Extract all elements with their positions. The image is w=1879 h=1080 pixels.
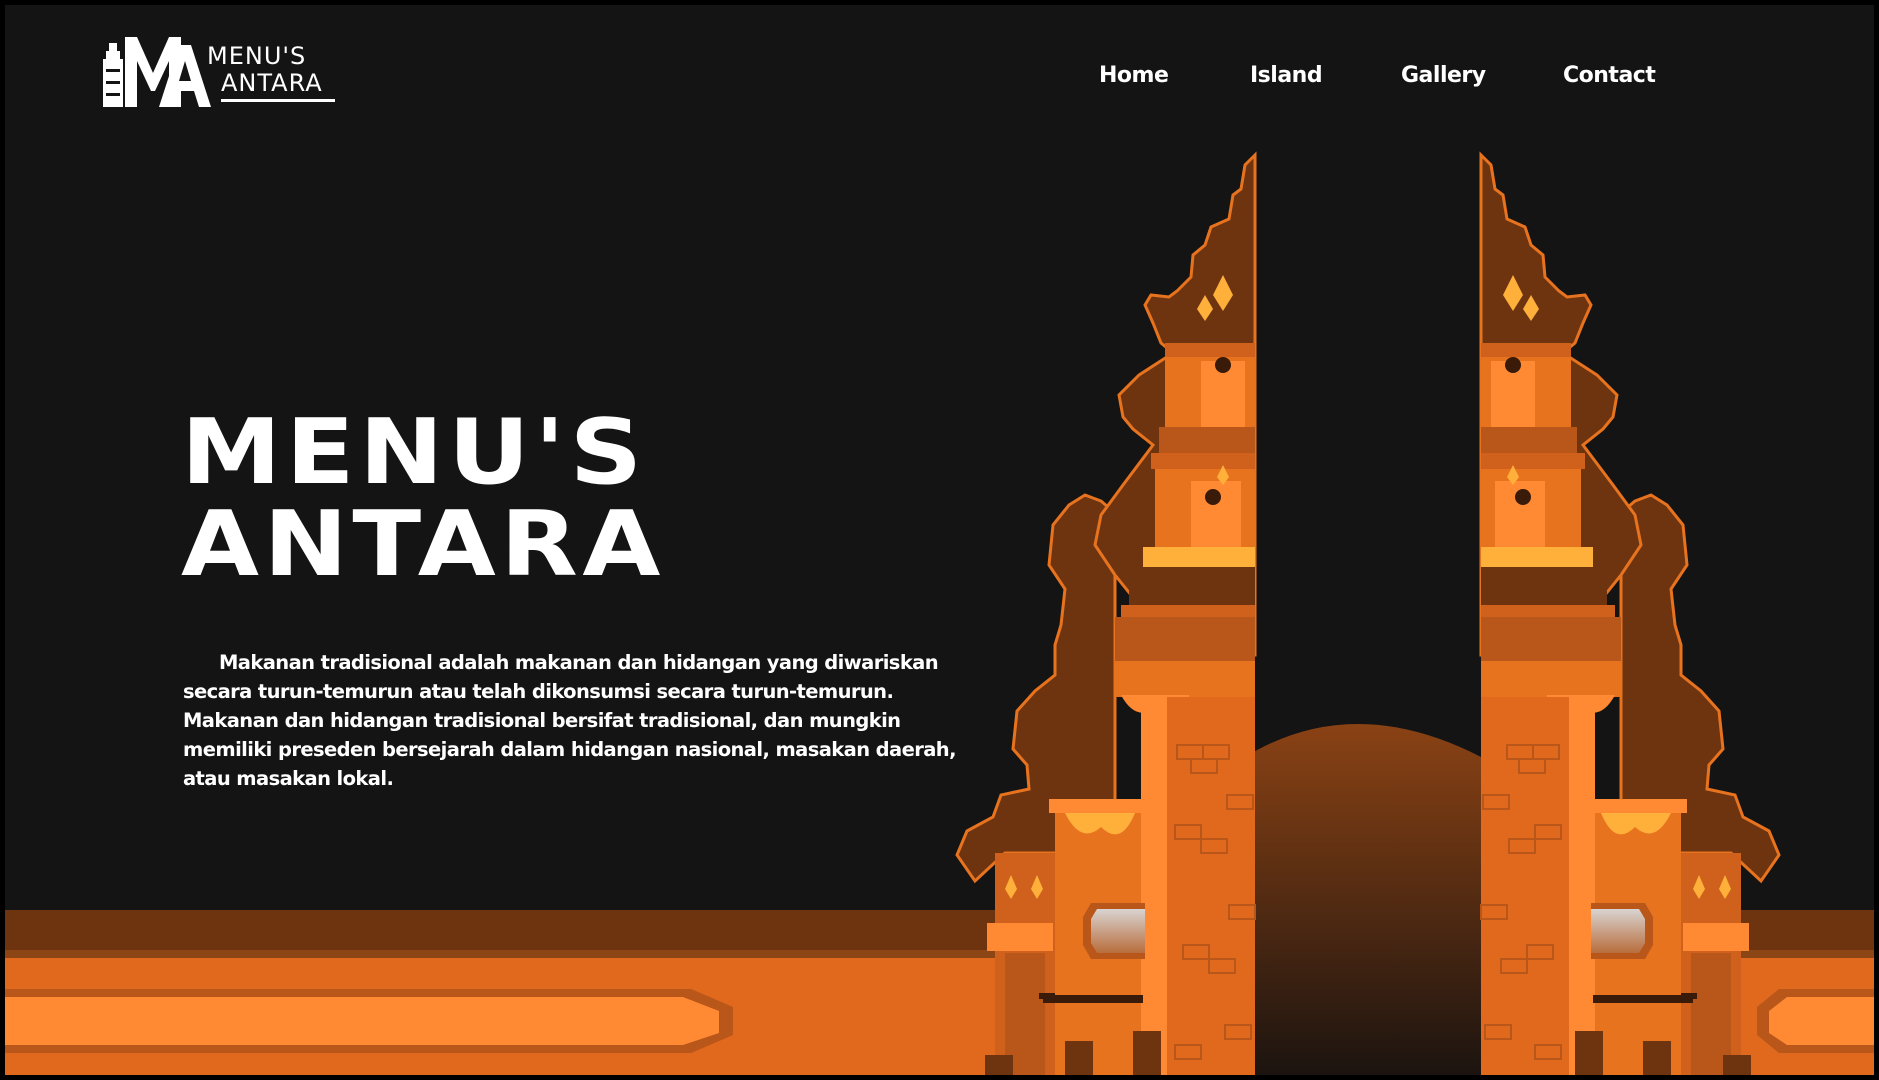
gate-left-half: [955, 151, 1257, 1075]
hero-description: Makanan tradisional adalah makanan dan h…: [183, 651, 956, 790]
temple-monogram-icon: [103, 37, 211, 107]
hero-title: MENU'S ANTARA: [181, 407, 665, 591]
hero-title-line1: MENU'S: [181, 400, 647, 505]
logo[interactable]: MENU'S ANTARA: [101, 33, 341, 109]
hero-title-line2: ANTARA: [181, 492, 665, 597]
logo-text-line2: ANTARA: [221, 69, 323, 97]
sun-arch: [1245, 724, 1481, 1075]
logo-text-line1: MENU'S: [207, 42, 307, 70]
nav-home[interactable]: Home: [1099, 63, 1169, 88]
nav-contact[interactable]: Contact: [1563, 63, 1656, 88]
nav-island[interactable]: Island: [1250, 63, 1323, 88]
gate-right-half: [1479, 151, 1781, 1075]
nav-gallery[interactable]: Gallery: [1401, 63, 1486, 88]
logo-underline: [221, 99, 335, 102]
page: MENU'S ANTARA Home Island Gallery Contac…: [0, 0, 1879, 1080]
